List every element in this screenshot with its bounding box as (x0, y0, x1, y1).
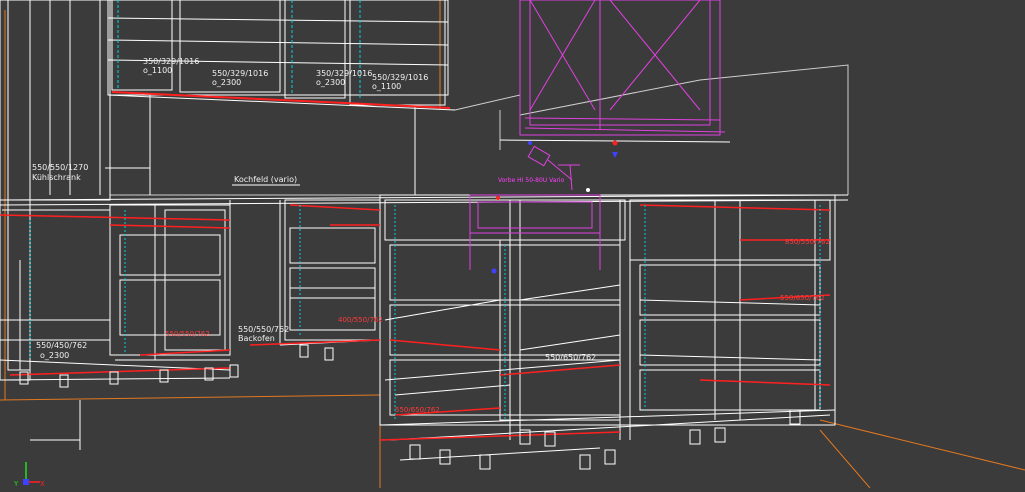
marker-blue-1 (528, 141, 532, 145)
axis-y-label: Y (13, 480, 19, 488)
label-wall-cab-2: 550/329/1016 (212, 69, 268, 78)
label-wall-cab-1: 350/329/1016 (143, 57, 199, 66)
label-fridge-name: Kühlschrank (32, 173, 81, 182)
label-oven-name: Backofen (238, 334, 275, 343)
marker-blue-2 (491, 268, 497, 274)
marker-red-1 (612, 140, 618, 146)
label-wall-cab-2-sub: o_2300 (212, 78, 241, 87)
axis-x-label: X (40, 480, 45, 488)
label-corner-red-1: 850/550/762 (785, 238, 830, 246)
label-wall-cab-4: 550/329/1016 (372, 73, 428, 82)
marker-red-2 (496, 196, 500, 200)
label-corner-white: 550/650/762 (545, 353, 596, 362)
label-oven-dims: 550/550/762 (238, 325, 289, 334)
label-wall-cab-3: 350/329/1016 (316, 69, 372, 78)
label-fridge-dims: 550/550/1270 (32, 163, 88, 172)
kitchen-wireframe: 350/329/1016 o_1100 550/329/1016 o_2300 … (0, 0, 1025, 489)
label-wall-cab-4-sub: o_1100 (372, 82, 401, 91)
label-base-left-sub: o_2300 (40, 351, 69, 360)
label-hob: Kochfeld (vario) (234, 175, 297, 184)
label-island: 550/650/762 (395, 406, 440, 414)
label-sink: Vorbe HI 50-80U Vario (498, 177, 565, 184)
label-corner-red-2: 550/650/762 (780, 294, 825, 302)
marker-white-1 (586, 188, 590, 192)
label-base-left-dims: 550/450/762 (36, 341, 87, 350)
label-base-mid: 400/550/762 (338, 316, 383, 324)
label-wall-cab-1-sub: o_1100 (143, 66, 172, 75)
label-wall-cab-3-sub: o_2300 (316, 78, 345, 87)
label-oven-red: 550/550/762 (165, 330, 210, 338)
cad-viewport[interactable]: 350/329/1016 o_1100 550/329/1016 o_2300 … (0, 0, 1025, 489)
